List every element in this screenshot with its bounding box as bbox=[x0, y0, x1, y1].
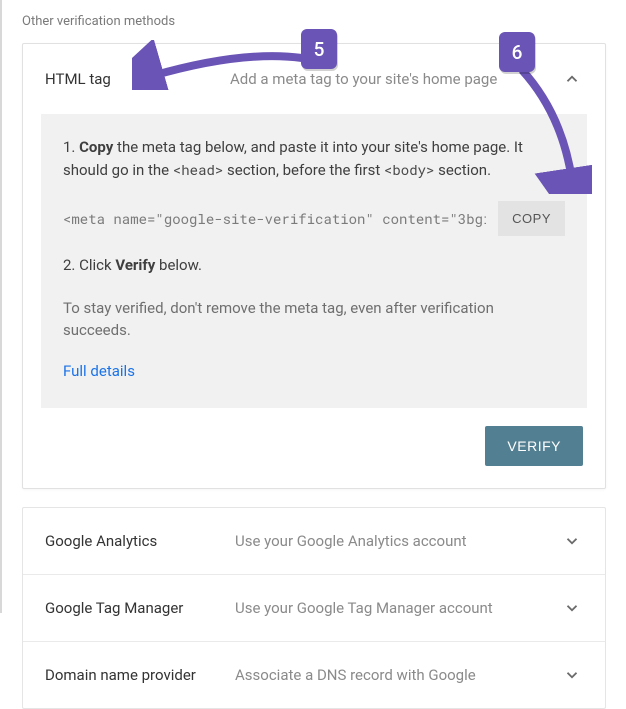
chevron-down-icon bbox=[561, 664, 583, 686]
step-1: 1. Copy the meta tag below, and paste it… bbox=[63, 136, 565, 181]
step-2: 2. Click Verify below. bbox=[63, 254, 565, 277]
head-code: <head> bbox=[173, 160, 223, 179]
step1-prefix: 1. bbox=[63, 138, 79, 156]
method-title: Google Analytics bbox=[45, 532, 235, 550]
step1-end: section. bbox=[434, 161, 491, 179]
method-description: Use your Google Tag Manager account bbox=[235, 599, 561, 617]
full-details-link[interactable]: Full details bbox=[63, 360, 135, 383]
method-google-analytics[interactable]: Google Analytics Use your Google Analyti… bbox=[23, 508, 605, 575]
copy-button[interactable]: COPY bbox=[498, 201, 565, 236]
method-title: Google Tag Manager bbox=[45, 599, 235, 617]
chevron-up-icon bbox=[561, 68, 583, 90]
callout-badge-6: 6 bbox=[499, 32, 535, 72]
body-code: <body> bbox=[384, 160, 434, 179]
other-methods-list: Google Analytics Use your Google Analyti… bbox=[22, 507, 606, 709]
chevron-down-icon bbox=[561, 530, 583, 552]
method-google-tag-manager[interactable]: Google Tag Manager Use your Google Tag M… bbox=[23, 575, 605, 642]
step1-bold: Copy bbox=[79, 138, 113, 156]
step2-rest: below. bbox=[155, 256, 202, 274]
stay-verified-note: To stay verified, don't remove the meta … bbox=[63, 297, 565, 342]
callout-badge-5: 5 bbox=[301, 29, 337, 69]
method-domain-name-provider[interactable]: Domain name provider Associate a DNS rec… bbox=[23, 642, 605, 708]
method-description: Use your Google Analytics account bbox=[235, 532, 561, 550]
step1-mid: section, before the first bbox=[223, 161, 384, 179]
method-description: Associate a DNS record with Google bbox=[235, 666, 561, 684]
verify-button[interactable]: VERIFY bbox=[485, 426, 583, 466]
meta-tag-code[interactable]: <meta name="google-site-verification" co… bbox=[63, 208, 486, 229]
method-title: Domain name provider bbox=[45, 666, 235, 684]
step2-prefix: 2. Click bbox=[63, 256, 115, 274]
html-tag-card: HTML tag Add a meta tag to your site's h… bbox=[22, 43, 606, 489]
verify-row: VERIFY bbox=[23, 426, 605, 488]
method-title: HTML tag bbox=[45, 70, 230, 88]
method-description: Add a meta tag to your site's home page bbox=[230, 70, 561, 88]
meta-tag-row: <meta name="google-site-verification" co… bbox=[63, 201, 565, 236]
step2-bold: Verify bbox=[115, 256, 155, 274]
chevron-down-icon bbox=[561, 597, 583, 619]
instructions-panel: 1. Copy the meta tag below, and paste it… bbox=[41, 114, 587, 408]
section-label: Other verification methods bbox=[22, 14, 606, 29]
